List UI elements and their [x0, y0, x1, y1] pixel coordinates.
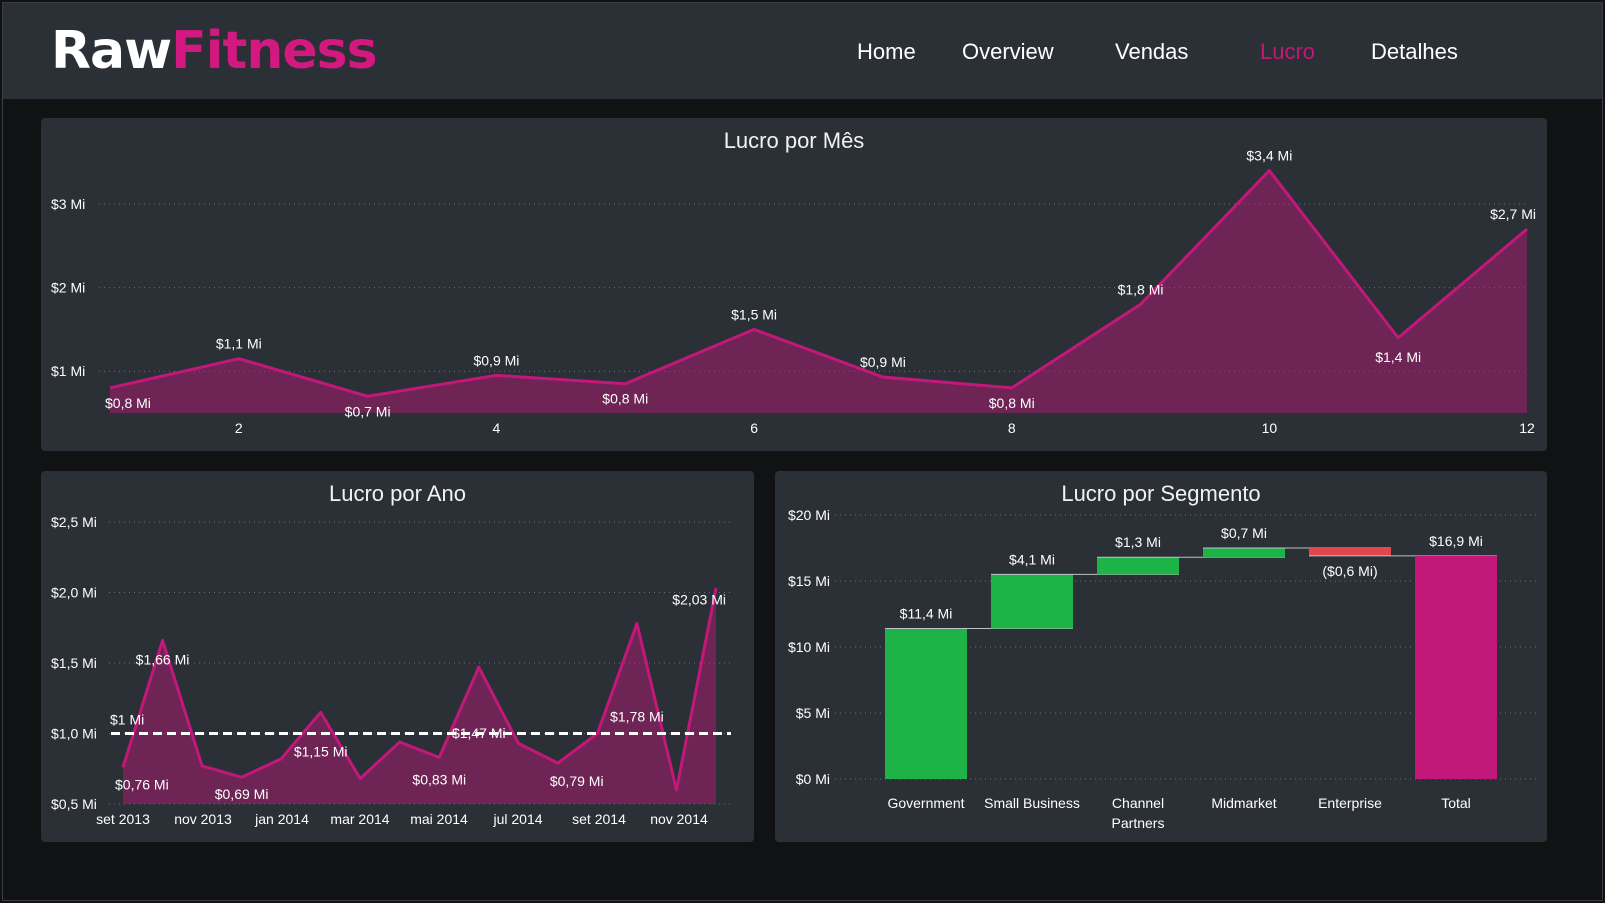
data-label: $2,7 Mi — [1490, 206, 1536, 222]
data-label: $0,7 Mi — [345, 403, 391, 419]
waterfall-bar — [991, 574, 1073, 629]
data-label: $1,1 Mi — [216, 336, 262, 352]
x-tick-label: nov 2013 — [174, 811, 232, 827]
x-tick-label: jul 2014 — [492, 811, 542, 827]
data-label: $11,4 Mi — [900, 606, 953, 622]
data-label: $0,9 Mi — [860, 354, 906, 370]
y-tick-label: $5 Mi — [796, 705, 830, 721]
main-nav: Home Overview Vendas Lucro Detalhes — [3, 39, 1602, 73]
data-label: $1,3 Mi — [1115, 534, 1161, 550]
y-tick-label: $3 Mi — [51, 196, 85, 212]
data-label: $1,47 Mi — [452, 725, 506, 741]
data-label: ($0,6 Mi) — [1322, 563, 1377, 579]
data-label: $1,4 Mi — [1375, 349, 1421, 365]
y-tick-label: $1,5 Mi — [51, 655, 97, 671]
x-tick-label: 4 — [493, 420, 501, 436]
data-label: $0,76 Mi — [115, 776, 169, 792]
data-label: $2,03 Mi — [672, 591, 726, 607]
data-label: $0,8 Mi — [602, 391, 648, 407]
x-tick-label: jan 2014 — [254, 811, 309, 827]
x-tick-label: 2 — [235, 420, 243, 436]
x-tick-label: 6 — [750, 420, 758, 436]
waterfall-bar — [1203, 548, 1285, 558]
segment-profit-panel: Lucro por Segmento $0 Mi $5 Mi $10 Mi $15 M… — [775, 471, 1547, 842]
data-label: $1,8 Mi — [1118, 281, 1164, 297]
data-label: $0,8 Mi — [989, 395, 1035, 411]
y-tick-label: $2,5 Mi — [51, 514, 97, 530]
segment-waterfall-chart: $0 Mi $5 Mi $10 Mi $15 Mi $20 Mi $11,4 Mi Gove… — [788, 507, 1537, 831]
data-label: $0,7 Mi — [1221, 525, 1267, 541]
waterfall-bar — [1415, 555, 1497, 779]
data-label: $16,9 Mi — [1429, 533, 1483, 549]
x-tick-label: 8 — [1008, 420, 1016, 436]
data-label: $1,5 Mi — [731, 306, 777, 322]
nav-home[interactable]: Home — [857, 39, 916, 65]
x-tick-label: 12 — [1519, 420, 1535, 436]
yearly-profit-chart: $0,5 Mi $1,0 Mi $1,5 Mi $2,0 Mi $2,5 Mi $1 Mi… — [51, 514, 731, 827]
category-label: Government — [887, 795, 964, 811]
y-tick-label: $15 Mi — [788, 573, 830, 589]
data-label: $1,15 Mi — [294, 743, 348, 759]
data-label: $0,69 Mi — [215, 786, 269, 802]
reference-line-label: $1 Mi — [110, 712, 144, 728]
data-label: $4,1 Mi — [1009, 551, 1055, 567]
data-label: $1,78 Mi — [610, 709, 664, 725]
nav-vendas[interactable]: Vendas — [1115, 39, 1188, 65]
x-tick-label: 10 — [1262, 420, 1278, 436]
y-tick-label: $10 Mi — [788, 639, 830, 655]
yearly-profit-panel: Lucro por Ano $0,5 Mi $1,0 Mi $1,5 Mi $2,0 … — [41, 471, 754, 842]
waterfall-bar — [885, 628, 967, 779]
monthly-profit-chart: $1 Mi $2 Mi $3 Mi $0,8 Mi $1,1 Mi $0,7 Mi $0,9… — [51, 148, 1536, 436]
x-tick-label: set 2013 — [96, 811, 150, 827]
y-tick-label: $1,0 Mi — [51, 726, 97, 742]
waterfall-bar — [1097, 557, 1179, 575]
nav-lucro[interactable]: Lucro — [1260, 39, 1315, 65]
monthly-area-fill — [110, 170, 1527, 413]
data-label: $0,9 Mi — [473, 352, 519, 368]
y-tick-label: $1 Mi — [51, 363, 85, 379]
category-label: Partners — [1112, 815, 1165, 831]
data-label: $1,66 Mi — [136, 651, 190, 667]
x-tick-label: nov 2014 — [650, 811, 708, 827]
y-tick-label: $20 Mi — [788, 507, 830, 523]
data-label: $0,83 Mi — [412, 771, 466, 787]
data-label: $0,79 Mi — [550, 773, 604, 789]
y-tick-label: $0 Mi — [796, 771, 830, 787]
y-tick-label: $2 Mi — [51, 280, 85, 296]
top-bar: RawFitness Home Overview Vendas Lucro De… — [3, 3, 1602, 99]
nav-detalhes[interactable]: Detalhes — [1371, 39, 1458, 65]
data-label: $0,8 Mi — [105, 395, 151, 411]
data-label: $3,4 Mi — [1246, 148, 1292, 164]
nav-overview[interactable]: Overview — [962, 39, 1054, 65]
category-label: Total — [1441, 795, 1471, 811]
category-label: Enterprise — [1318, 795, 1382, 811]
monthly-profit-panel: Lucro por Mês $1 Mi $2 Mi $3 Mi $0,8 Mi $1,1… — [41, 118, 1547, 451]
x-tick-label: mai 2014 — [410, 811, 468, 827]
x-tick-label: set 2014 — [572, 811, 626, 827]
waterfall-bar — [1309, 548, 1391, 556]
x-tick-label: mar 2014 — [330, 811, 389, 827]
y-tick-label: $2,0 Mi — [51, 585, 97, 601]
category-label: Channel — [1112, 795, 1164, 811]
category-label: Small Business — [984, 795, 1080, 811]
y-tick-label: $0,5 Mi — [51, 796, 97, 812]
category-label: Midmarket — [1211, 795, 1276, 811]
